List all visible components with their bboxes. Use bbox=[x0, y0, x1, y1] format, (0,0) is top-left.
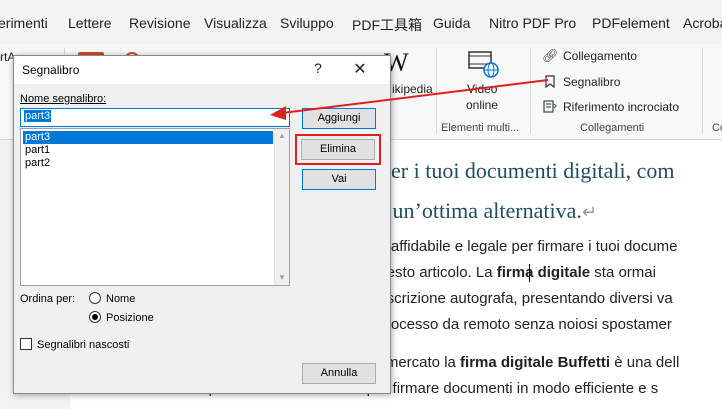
scroll-down-icon[interactable]: ▼ bbox=[278, 273, 286, 282]
group-separator bbox=[436, 48, 437, 134]
tab-acrobat[interactable]: Acroba bbox=[683, 15, 722, 31]
doc-heading-line-1: per i tuoi documenti digitali, com bbox=[380, 158, 675, 183]
online-video-icon[interactable] bbox=[468, 50, 500, 78]
scroll-up-icon[interactable]: ▲ bbox=[278, 131, 286, 140]
tab-nitro-pdf-pro[interactable]: Nitro PDF Pro bbox=[489, 15, 576, 31]
sort-position-radio[interactable] bbox=[89, 311, 101, 323]
link-icon[interactable]: 🔗︎ bbox=[542, 48, 559, 64]
group-label-media: Elementi multi... bbox=[441, 122, 520, 134]
tab-visualizza[interactable]: Visualizza bbox=[204, 15, 267, 31]
bookmark-dialog: Segnalibro ? ✕ Nome segnalibro: part3 pa… bbox=[13, 55, 391, 394]
bookmark-name-label: Nome segnalibro: bbox=[20, 93, 107, 105]
group-separator bbox=[702, 48, 703, 134]
bookmark-icon[interactable] bbox=[545, 75, 555, 89]
ribbon-tab-bar: erimenti Lettere Revisione Visualizza Sv… bbox=[0, 0, 722, 44]
doc-line-4: l processo da remoto senza noiosi sposta… bbox=[370, 316, 672, 333]
video-online-label-2[interactable]: online bbox=[466, 98, 498, 112]
group-label-partial: Co bbox=[712, 122, 722, 134]
help-icon[interactable]: ? bbox=[310, 60, 326, 76]
tab-revisione[interactable]: Revisione bbox=[129, 15, 190, 31]
video-online-label-1[interactable]: Video bbox=[467, 82, 497, 96]
cancel-button[interactable]: Annulla bbox=[302, 363, 376, 384]
goto-button[interactable]: Vai bbox=[302, 169, 376, 190]
list-item[interactable]: part3 bbox=[23, 131, 273, 144]
tab-guida[interactable]: Guida bbox=[433, 15, 470, 31]
add-button[interactable]: Aggiungi bbox=[302, 108, 376, 129]
list-item[interactable]: part1 bbox=[23, 144, 273, 157]
sort-name-radio[interactable] bbox=[89, 292, 101, 304]
segnalibro-button[interactable]: Segnalibro bbox=[563, 75, 620, 89]
sort-label: Ordina per: bbox=[20, 293, 76, 305]
close-icon[interactable]: ✕ bbox=[350, 59, 370, 79]
group-separator bbox=[530, 48, 531, 134]
dialog-titlebar[interactable]: Segnalibro ? ✕ bbox=[14, 56, 390, 84]
tab-riferimenti[interactable]: erimenti bbox=[0, 15, 48, 31]
tab-pdf-toolbox[interactable]: PDF工具箱 bbox=[352, 15, 422, 35]
doc-heading-line-2: u un’ottima alternativa.↵ bbox=[376, 198, 597, 223]
list-item[interactable]: part2 bbox=[23, 157, 273, 170]
tab-lettere[interactable]: Lettere bbox=[68, 15, 112, 31]
wikipedia-label[interactable]: ikipedia bbox=[392, 82, 433, 96]
tab-pdfelement[interactable]: PDFelement bbox=[592, 15, 670, 31]
riferimento-incrociato-button[interactable]: Riferimento incrociato bbox=[563, 100, 679, 114]
delete-button[interactable]: Elimina bbox=[301, 139, 375, 160]
collegamento-button[interactable]: Collegamento bbox=[563, 49, 637, 63]
hidden-bookmarks-label[interactable]: Segnalibri nascosti bbox=[37, 339, 129, 351]
word-window: erimenti Lettere Revisione Visualizza Sv… bbox=[0, 0, 722, 409]
hidden-bookmarks-checkbox[interactable] bbox=[20, 338, 32, 350]
tab-sviluppo[interactable]: Sviluppo bbox=[280, 15, 334, 31]
sort-position-label[interactable]: Posizione bbox=[106, 312, 154, 324]
group-label-links: Collegamenti bbox=[580, 122, 645, 134]
bookmark-name-input[interactable]: part3 bbox=[20, 108, 290, 127]
list-scrollbar[interactable]: ▲ ▼ bbox=[274, 129, 289, 285]
dialog-title: Segnalibro bbox=[22, 63, 80, 77]
text-cursor bbox=[529, 264, 530, 282]
cross-reference-icon[interactable] bbox=[543, 100, 557, 113]
doc-line-1: ne affidabile e legale per firmare i tuo… bbox=[370, 238, 678, 255]
doc-line-2: questo articolo. La firma digitale sta o… bbox=[370, 264, 656, 281]
doc-line-5: ul mercato la firma digitale Buffetti è … bbox=[370, 354, 680, 371]
doc-line-3: ttoscrizione autografa, presentando dive… bbox=[370, 290, 673, 307]
sort-name-label[interactable]: Nome bbox=[106, 293, 135, 305]
bookmark-list[interactable]: part3 part1 part2 ▲ ▼ bbox=[20, 128, 290, 286]
